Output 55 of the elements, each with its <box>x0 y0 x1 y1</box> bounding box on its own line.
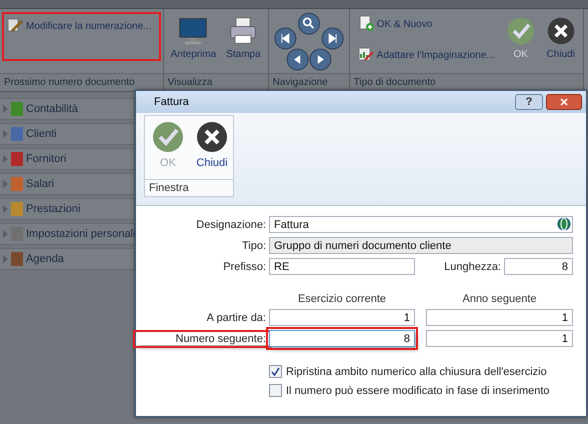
sidebar-item[interactable]: Impostazioni personali <box>0 223 135 245</box>
group-label: Finestra <box>145 179 233 196</box>
search-icon[interactable] <box>298 12 320 35</box>
ribbon-button[interactable]: Modificare la numerazione... <box>4 14 155 39</box>
ribbon-button[interactable]: OK & Nuovo <box>354 12 498 37</box>
number-field[interactable]: 1 <box>426 309 573 326</box>
sidebar-item[interactable]: Contabilità <box>0 98 135 120</box>
ribbon-button[interactable]: Stampa <box>224 12 263 60</box>
checkmark-icon <box>151 120 185 154</box>
field-label: A partire da: <box>206 312 267 324</box>
sidebar-item[interactable]: Clienti <box>0 123 135 145</box>
field-label: Prefisso: <box>222 260 267 272</box>
number-field[interactable]: 1 <box>269 309 415 326</box>
help-button[interactable]: ? <box>515 94 543 110</box>
column-header: Esercizio corrente <box>296 292 388 305</box>
field-label: Numero seguente: <box>136 332 269 344</box>
length-field[interactable]: 8 <box>504 258 573 275</box>
last-page-icon[interactable] <box>321 28 344 50</box>
designation-field[interactable]: Fattura <box>269 216 573 233</box>
sidebar-item[interactable]: Prestazioni <box>0 198 135 220</box>
next-icon[interactable] <box>309 48 331 70</box>
group-label: Tipo di documento <box>350 73 583 91</box>
checkmark-icon <box>506 16 536 46</box>
close-button[interactable]: ✕ <box>546 94 582 110</box>
number-field[interactable]: 1 <box>426 330 573 347</box>
field-label: Tipo: <box>240 240 267 252</box>
previous-icon[interactable] <box>286 48 308 70</box>
group-label: Navigazione <box>268 73 349 91</box>
document-edit-icon <box>358 46 374 62</box>
ribbon-button[interactable]: Chiudi <box>544 12 578 60</box>
group-label: Prossimo numero documento <box>0 73 163 91</box>
field-label: Designazione: <box>195 218 267 230</box>
sidebar-item[interactable]: Salari <box>0 173 135 195</box>
field-label: Lunghezza: <box>443 260 502 272</box>
close-icon <box>546 16 576 46</box>
group-label: Visualizza <box>164 73 268 91</box>
close-icon <box>195 120 229 154</box>
first-page-icon[interactable] <box>274 28 296 50</box>
checkbox[interactable] <box>269 365 282 378</box>
prefix-field[interactable]: RE <box>269 258 415 275</box>
ribbon-button[interactable]: Anteprima <box>168 12 218 60</box>
dialog-title: Fattura <box>154 96 189 108</box>
checkbox[interactable] <box>269 384 282 397</box>
monitor-icon <box>178 16 208 46</box>
printer-icon <box>228 16 258 46</box>
checkbox-label: Ripristina ambito numerico alla chiusura dell'esercizio <box>286 366 547 378</box>
column-header: Anno seguente <box>461 292 538 305</box>
document-add-icon <box>358 15 374 31</box>
checkbox-label: Il numero può essere modificato in fase di inserimento <box>286 384 550 396</box>
sidebar-item[interactable]: Fornitori <box>0 148 135 170</box>
toolbar-button[interactable]: Chiudi <box>193 118 231 177</box>
pencil-icon <box>7 17 23 33</box>
ribbon-button[interactable]: Adattare l'Impaginazione... <box>354 43 498 68</box>
sidebar-item[interactable]: Agenda <box>0 248 135 270</box>
number-field[interactable]: 8 <box>269 330 415 347</box>
